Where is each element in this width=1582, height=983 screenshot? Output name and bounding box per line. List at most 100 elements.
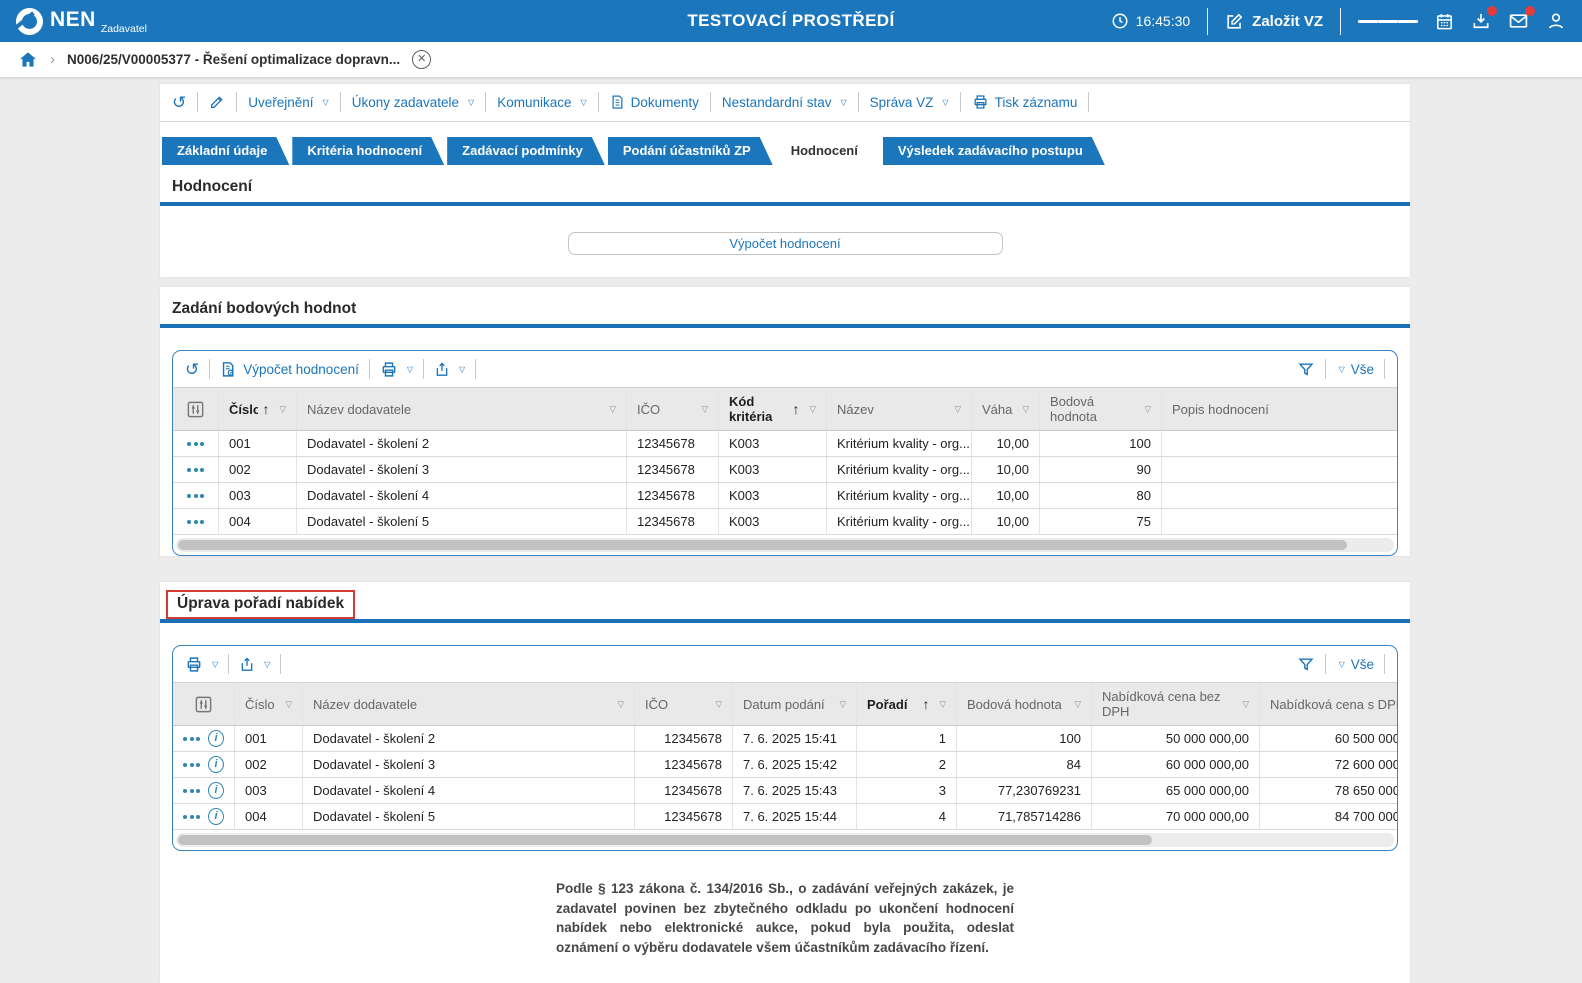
horizontal-scrollbar-thumb[interactable] — [178, 540, 1347, 550]
toolbar-item-tisk-zaznamu[interactable]: Tisk záznamu — [972, 94, 1078, 110]
column-filter-icon[interactable]: ▽ — [1144, 402, 1151, 417]
refresh-icon[interactable]: ↺ — [185, 361, 199, 378]
tab-podani-ucastniku-zp[interactable]: Podání účastníků ZP — [608, 137, 773, 165]
table-row[interactable]: i003Dodavatel - školení 4123456787. 6. 2… — [173, 778, 1398, 804]
row-info-icon[interactable]: i — [208, 782, 224, 799]
toolbar-item-ukony-zadavatele[interactable]: Úkony zadavatele▽ — [352, 95, 474, 110]
column-header-n-zev[interactable]: Název▽ — [827, 388, 972, 430]
nen-logo[interactable]: NEN Zadavatel — [16, 8, 147, 35]
toolbar-item-sprava-vz[interactable]: Správa VZ▽ — [870, 95, 949, 110]
row-menu-icon[interactable] — [187, 468, 204, 472]
column-header-nab-dkov-cena-s-dph[interactable]: Nabídková cena s DPH▽ — [1260, 683, 1398, 725]
column-header-k-d-krit-ria[interactable]: Kód kritéria↑▽ — [719, 388, 827, 430]
tab-vysledek-zadavaciho-postupu[interactable]: Výsledek zadávacího postupu — [883, 137, 1105, 165]
export-menu[interactable]: ▽ — [239, 656, 270, 673]
section-title-zadani: Zadání bodových hodnot — [160, 287, 1410, 324]
tab-kriteria-hodnoceni[interactable]: Kritéria hodnocení — [292, 137, 444, 165]
table-row[interactable]: i002Dodavatel - školení 3123456787. 6. 2… — [173, 752, 1398, 778]
column-filter-icon[interactable]: ▽ — [1074, 697, 1081, 712]
filter-icon[interactable] — [1297, 361, 1315, 378]
column-settings-icon[interactable] — [173, 388, 219, 430]
horizontal-scrollbar[interactable] — [176, 538, 1394, 552]
toolbar-item-komunikace[interactable]: Komunikace▽ — [497, 95, 586, 110]
export-menu[interactable]: ▽ — [434, 361, 465, 378]
column-header--slo[interactable]: Číslo▽ — [235, 683, 303, 725]
refresh-icon[interactable]: ↺ — [172, 94, 186, 111]
column-filter-icon[interactable]: ▽ — [701, 402, 708, 417]
column-header-bodov-hodnota[interactable]: Bodová hodnota▽ — [1040, 388, 1162, 430]
table-row[interactable]: 003Dodavatel - školení 412345678K003Krit… — [173, 483, 1397, 509]
column-header-v-ha[interactable]: Váha▽ — [972, 388, 1040, 430]
cell--slo: 003 — [235, 778, 303, 803]
column-filter-icon[interactable]: ▽ — [617, 697, 624, 712]
table-row[interactable]: 002Dodavatel - školení 312345678K003Krit… — [173, 457, 1397, 483]
column-header-i-o[interactable]: IČO▽ — [627, 388, 719, 430]
filter-scope-select[interactable]: ▽Vše — [1336, 657, 1374, 672]
user-profile-icon[interactable] — [1546, 11, 1566, 31]
toolbar-item-uverejneni[interactable]: Uveřejnění▽ — [248, 95, 328, 110]
column-filter-icon[interactable]: ▽ — [1022, 402, 1029, 417]
column-header-nab-dkov-cena-bez-dph[interactable]: Nabídková cena bez DPH▽ — [1092, 683, 1260, 725]
create-vz-button[interactable]: Založit VZ — [1225, 12, 1323, 31]
column-header--slo[interactable]: Číslo↑▽ — [219, 388, 297, 430]
row-info-icon[interactable]: i — [208, 808, 224, 825]
tab-zadavaci-podminky[interactable]: Zadávací podmínky — [447, 137, 605, 165]
row-menu-icon[interactable] — [183, 737, 200, 741]
table-row[interactable]: 004Dodavatel - školení 512345678K003Krit… — [173, 509, 1397, 535]
calendar-icon[interactable] — [1435, 12, 1454, 31]
table-row[interactable]: i004Dodavatel - školení 5123456787. 6. 2… — [173, 804, 1398, 830]
column-filter-icon[interactable]: ▽ — [609, 402, 616, 417]
column-header-popis-hodnocen-[interactable]: Popis hodnocení — [1162, 388, 1397, 430]
row-menu-icon[interactable] — [187, 494, 204, 498]
close-icon[interactable]: ✕ — [412, 50, 431, 69]
column-header-bodov-hodnota[interactable]: Bodová hodnota▽ — [957, 683, 1092, 725]
menu-icon[interactable] — [1358, 17, 1418, 26]
row-info-icon[interactable]: i — [208, 756, 224, 773]
column-filter-icon[interactable]: ▽ — [279, 402, 286, 417]
table-row[interactable]: i001Dodavatel - školení 2123456787. 6. 2… — [173, 726, 1398, 752]
row-menu-icon[interactable] — [183, 763, 200, 767]
column-filter-icon[interactable]: ▽ — [939, 697, 946, 712]
row-menu-icon[interactable] — [183, 789, 200, 793]
column-header-i-o[interactable]: IČO▽ — [635, 683, 733, 725]
row-menu-icon[interactable] — [187, 442, 204, 446]
column-filter-icon[interactable]: ▽ — [715, 697, 722, 712]
row-info-icon[interactable]: i — [208, 730, 224, 747]
column-header-n-zev-dodavatele[interactable]: Název dodavatele▽ — [303, 683, 635, 725]
cell-nab-dkov-cena-bez-dph: 65 000 000,00 — [1092, 778, 1260, 803]
cell-n-zev: Kritérium kvality - org... — [827, 431, 972, 456]
tab-zakladni-udaje[interactable]: Základní údaje — [162, 137, 289, 165]
filter-icon[interactable] — [1297, 656, 1315, 673]
column-header-po-ad-[interactable]: Pořadí↑▽ — [857, 683, 957, 725]
toolbar-item-nestandardni-stav[interactable]: Nestandardní stav▽ — [722, 95, 847, 110]
edit-record-icon[interactable] — [209, 94, 225, 110]
column-filter-icon[interactable]: ▽ — [809, 402, 816, 417]
printer-icon — [185, 656, 203, 673]
table-row[interactable]: 001Dodavatel - školení 212345678K003Krit… — [173, 431, 1397, 457]
table-bodove-hodnoty: Číslo↑▽Název dodavatele▽IČO▽Kód kritéria… — [173, 387, 1397, 535]
column-filter-icon[interactable]: ▽ — [839, 697, 846, 712]
cell-bodov-hodnota: 80 — [1040, 483, 1162, 508]
filter-scope-select[interactable]: ▽Vše — [1336, 362, 1374, 377]
print-menu[interactable]: ▽ — [185, 656, 218, 673]
horizontal-scrollbar[interactable] — [176, 833, 1394, 847]
column-filter-icon[interactable]: ▽ — [1242, 697, 1249, 712]
column-header-datum-pod-n-[interactable]: Datum podání▽ — [733, 683, 857, 725]
cell-n-zev-dodavatele: Dodavatel - školení 2 — [303, 726, 635, 751]
tab-hodnoceni[interactable]: Hodnocení — [776, 137, 880, 165]
vypocet-hodnoceni-button[interactable]: Výpočet hodnocení — [568, 232, 1003, 255]
column-settings-icon[interactable] — [173, 683, 235, 725]
vypocet-hodnoceni-action[interactable]: Výpočet hodnocení — [220, 361, 359, 378]
column-filter-icon[interactable]: ▽ — [954, 402, 961, 417]
toolbar-item-dokumenty[interactable]: Dokumenty — [610, 94, 699, 110]
mail-icon[interactable] — [1508, 11, 1529, 31]
column-filter-icon[interactable]: ▽ — [285, 697, 292, 712]
row-menu-icon[interactable] — [187, 520, 204, 524]
horizontal-scrollbar-thumb[interactable] — [178, 835, 1152, 845]
column-header-n-zev-dodavatele[interactable]: Název dodavatele▽ — [297, 388, 627, 430]
breadcrumb-item[interactable]: N006/25/V00005377 - Řešení optimalizace … — [67, 52, 400, 67]
home-icon[interactable] — [18, 50, 38, 69]
inbox-download-icon[interactable] — [1471, 11, 1491, 31]
row-menu-icon[interactable] — [183, 815, 200, 819]
print-menu[interactable]: ▽ — [380, 361, 413, 378]
